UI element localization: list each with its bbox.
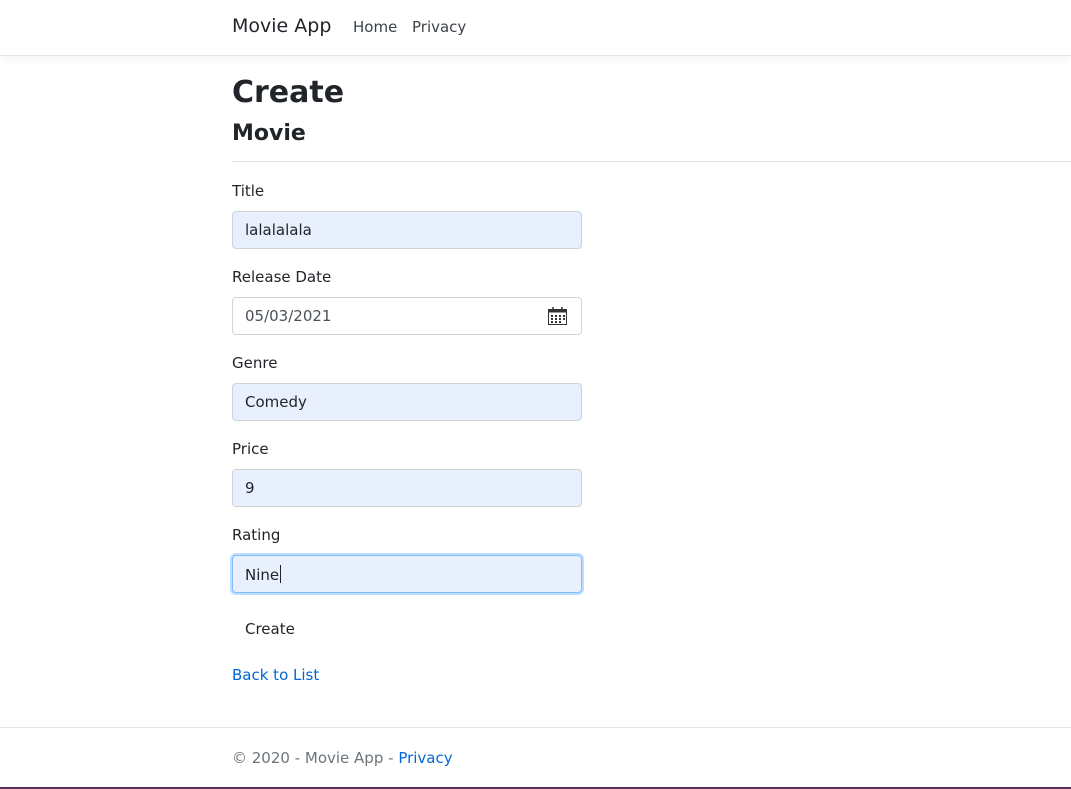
calendar-icon[interactable] <box>548 307 567 325</box>
text-caret <box>280 565 282 583</box>
rating-input-value: Nine <box>245 566 280 584</box>
footer-copyright: © 2020 - Movie App - <box>232 749 399 767</box>
rating-input[interactable]: Nine <box>232 555 582 593</box>
nav-privacy-link[interactable]: Privacy <box>412 18 466 36</box>
title-input-value: lalalalala <box>245 221 312 239</box>
nav-home-link[interactable]: Home <box>353 18 397 36</box>
title-label: Title <box>232 182 265 200</box>
footer: © 2020 - Movie App - Privacy <box>232 749 453 767</box>
divider <box>232 161 1071 162</box>
page-subtitle: Movie <box>232 121 306 146</box>
create-button[interactable]: Create <box>232 611 308 647</box>
footer-divider <box>0 727 1071 728</box>
release-date-input[interactable]: 05/03/2021 <box>232 297 582 335</box>
page-title: Create <box>232 75 345 110</box>
rating-label: Rating <box>232 526 281 544</box>
price-label: Price <box>232 440 269 458</box>
title-input[interactable]: lalalalala <box>232 211 582 249</box>
genre-input-value: Comedy <box>245 393 307 411</box>
genre-label: Genre <box>232 354 278 372</box>
footer-privacy-link[interactable]: Privacy <box>398 749 452 767</box>
price-input[interactable]: 9 <box>232 469 582 507</box>
price-input-value: 9 <box>245 479 255 497</box>
back-to-list-link[interactable]: Back to List <box>232 666 319 684</box>
genre-input[interactable]: Comedy <box>232 383 582 421</box>
release-date-label: Release Date <box>232 268 332 286</box>
navbar: Movie App Home Privacy <box>0 0 1071 56</box>
brand-link[interactable]: Movie App <box>232 15 331 37</box>
release-date-value: 05/03/2021 <box>245 307 332 325</box>
